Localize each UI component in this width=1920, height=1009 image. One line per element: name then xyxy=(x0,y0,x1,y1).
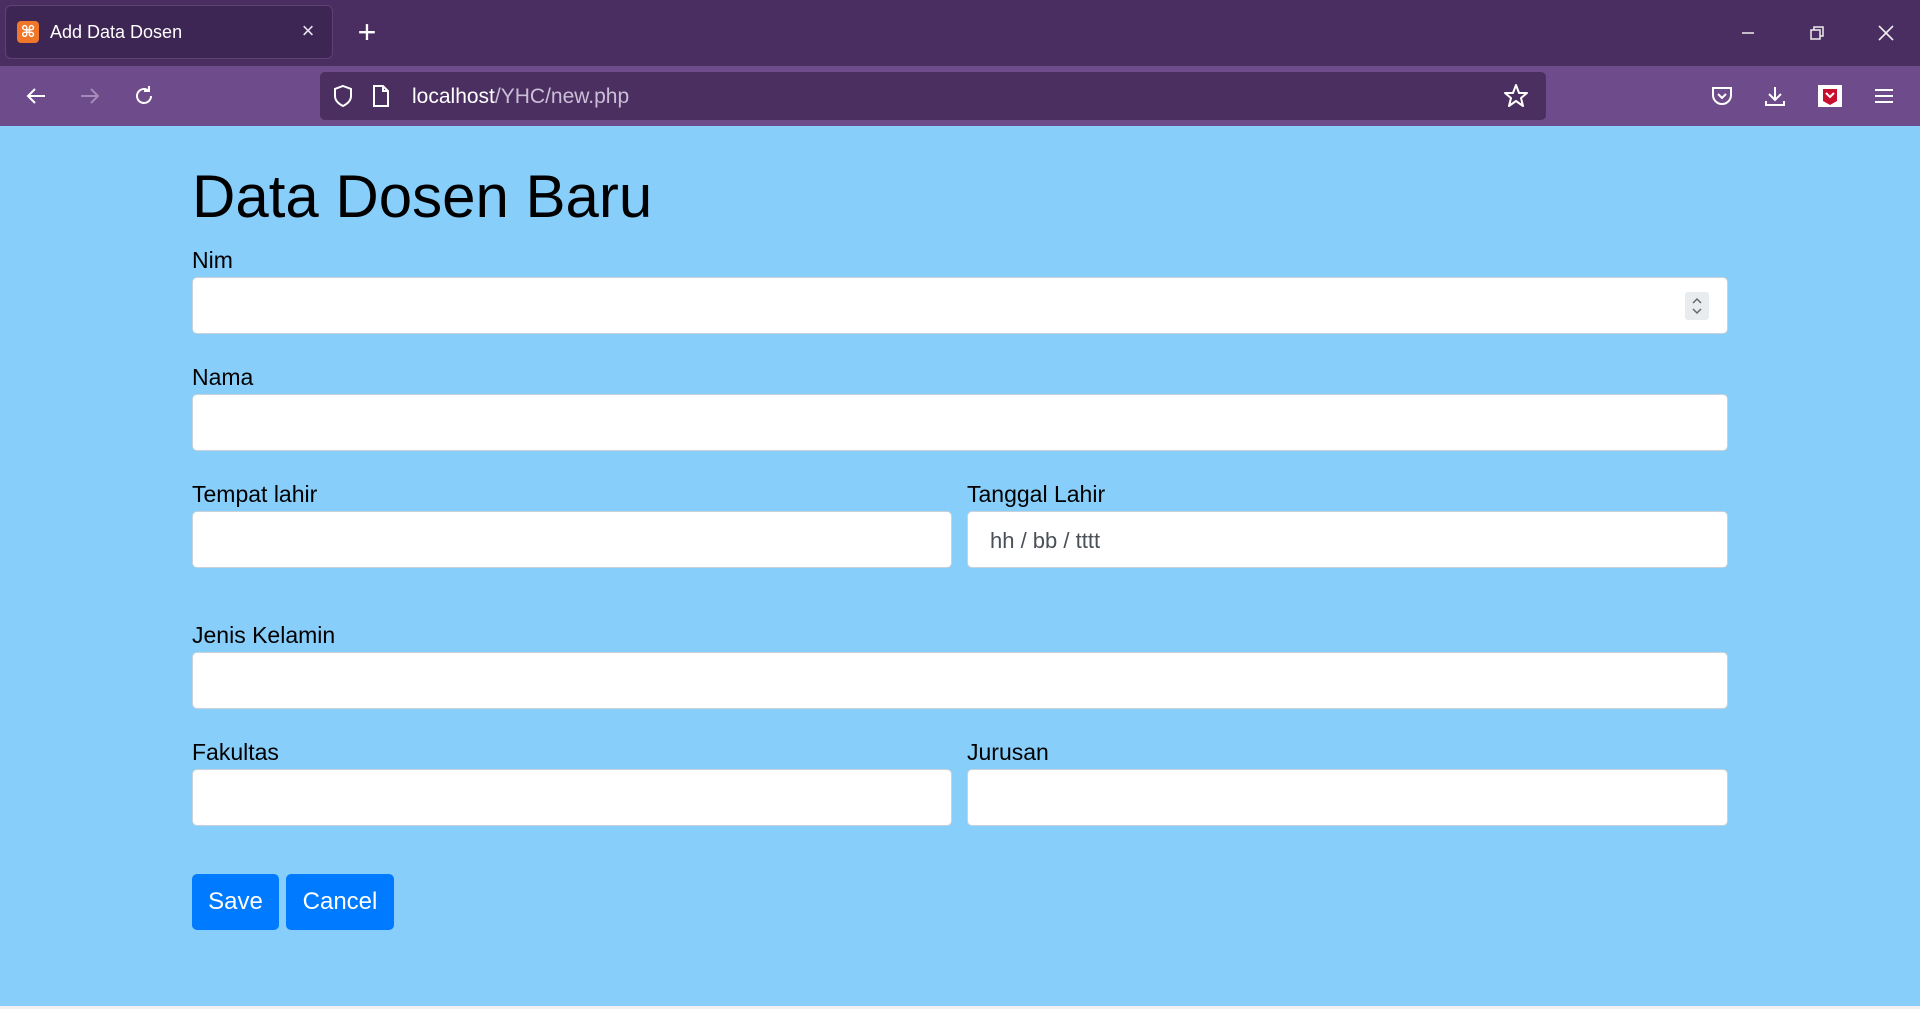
url-host: localhost xyxy=(412,85,495,108)
tab-title: Add Data Dosen xyxy=(50,21,183,42)
url-text[interactable]: localhost/YHC/new.php xyxy=(412,85,629,109)
tanggal-lahir-input[interactable]: hh / bb / tttt xyxy=(967,511,1728,568)
menu-icon[interactable] xyxy=(1866,78,1902,114)
extension-icon[interactable] xyxy=(1812,78,1848,114)
jenis-kelamin-label: Jenis Kelamin xyxy=(192,622,336,648)
jurusan-input[interactable] xyxy=(967,769,1728,826)
save-button[interactable]: Save xyxy=(192,874,279,930)
page-title: Data Dosen Baru xyxy=(192,163,653,230)
nama-input[interactable] xyxy=(192,394,1728,451)
download-icon[interactable] xyxy=(1757,78,1793,114)
jurusan-label: Jurusan xyxy=(967,739,1049,765)
new-tab-button[interactable]: + xyxy=(351,16,383,49)
cancel-button[interactable]: Cancel xyxy=(286,874,394,930)
url-path: /YHC/new.php xyxy=(494,85,630,108)
browser-toolbar: localhost/YHC/new.php xyxy=(0,66,1920,126)
xampp-icon: ⌘ xyxy=(17,21,39,43)
page-icon[interactable] xyxy=(363,78,399,114)
back-icon[interactable] xyxy=(18,78,54,114)
shield-icon[interactable] xyxy=(325,78,361,114)
bookmark-star-icon[interactable] xyxy=(1498,78,1534,114)
address-bar[interactable]: localhost/YHC/new.php xyxy=(320,72,1546,120)
close-window-icon[interactable] xyxy=(1868,15,1904,51)
nim-label: Nim xyxy=(192,247,233,273)
tempat-lahir-label: Tempat lahir xyxy=(192,481,318,507)
date-placeholder: hh / bb / tttt xyxy=(990,528,1101,553)
browser-tab[interactable]: ⌘ Add Data Dosen × xyxy=(5,5,333,59)
forward-icon[interactable] xyxy=(72,78,108,114)
restore-icon[interactable] xyxy=(1799,15,1835,51)
page-content: Data Dosen Baru Nim Nama Tempat lahir Ta… xyxy=(0,126,1920,1006)
number-spinner-icon[interactable] xyxy=(1685,292,1709,320)
browser-tab-strip: ⌘ Add Data Dosen × + xyxy=(0,0,1920,66)
jenis-kelamin-input[interactable] xyxy=(192,652,1728,709)
nama-label: Nama xyxy=(192,364,254,390)
fakultas-input[interactable] xyxy=(192,769,952,826)
fakultas-label: Fakultas xyxy=(192,739,279,765)
nim-input[interactable] xyxy=(192,277,1728,334)
tempat-lahir-input[interactable] xyxy=(192,511,952,568)
close-tab-icon[interactable]: × xyxy=(296,20,320,44)
minimize-icon[interactable] xyxy=(1730,15,1766,51)
reload-icon[interactable] xyxy=(126,78,162,114)
pocket-icon[interactable] xyxy=(1704,78,1740,114)
tanggal-lahir-label: Tanggal Lahir xyxy=(967,481,1106,507)
